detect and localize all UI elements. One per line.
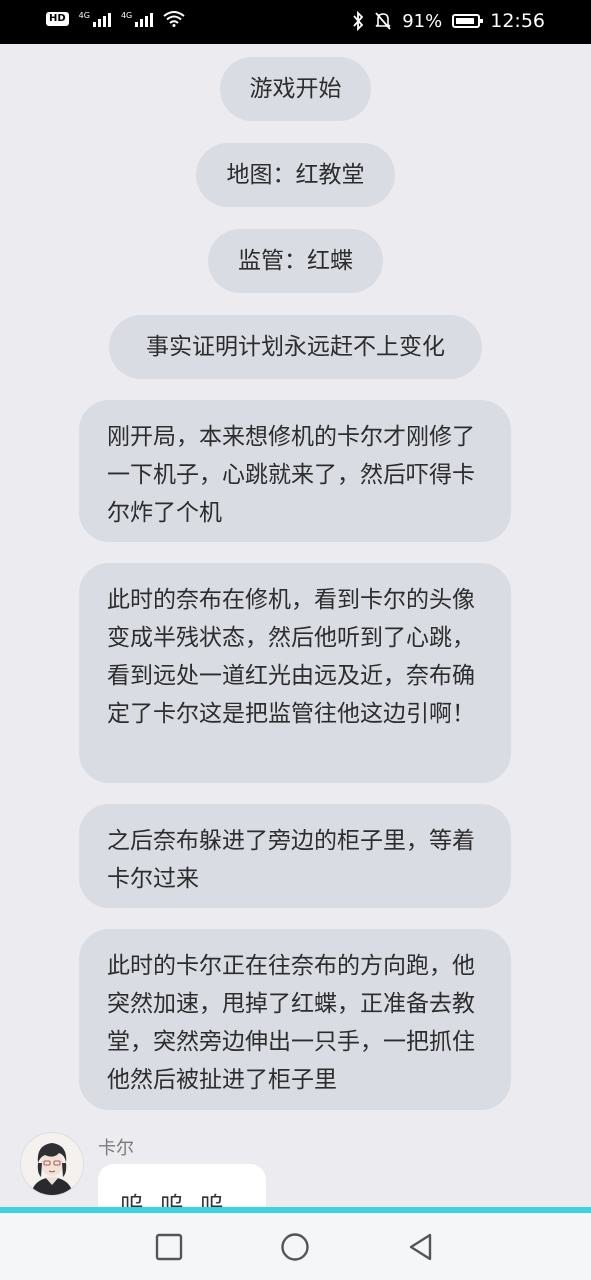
- wifi-icon: [163, 11, 185, 27]
- message-bubble[interactable]: 事实证明计划永远赶不上变化: [109, 315, 482, 379]
- battery-icon: [452, 14, 484, 28]
- message-bubble[interactable]: 此时的奈布在修机，看到卡尔的头像变成半残状态，然后他听到了心跳，看到远处一道红光…: [79, 563, 511, 783]
- sender-name: 卡尔: [98, 1138, 134, 1159]
- bell-off-icon: [375, 12, 391, 30]
- message-bubble[interactable]: 刚开局，本来想修机的卡尔才刚修了一下机子，心跳就来了，然后吓得卡尔炸了个机: [79, 400, 511, 542]
- message-bubble[interactable]: 监管：红蝶: [208, 229, 383, 293]
- circle-home-icon[interactable]: [279, 1231, 311, 1263]
- status-left: HD 4G 4G: [46, 11, 185, 27]
- triangle-back-icon[interactable]: [405, 1231, 437, 1263]
- message-bubble[interactable]: 游戏开始: [220, 57, 371, 121]
- bluetooth-icon: [353, 11, 364, 31]
- hd-badge: HD: [46, 12, 69, 26]
- navigation-bar: [0, 1213, 591, 1280]
- signal-icon-2: 4G: [120, 11, 154, 27]
- network-type-label: 4G: [78, 11, 90, 20]
- signal-icon: 4G: [79, 11, 111, 27]
- message-bubble[interactable]: 之后奈布躲进了旁边的柜子里，等着卡尔过来: [79, 804, 511, 908]
- network-type-label-2: 4G: [120, 11, 133, 20]
- battery-percent: 91%: [402, 10, 443, 32]
- message-bubble[interactable]: 地图：红教堂: [196, 143, 395, 207]
- message-bubble[interactable]: 此时的卡尔正在往奈布的方向跑，他突然加速，甩掉了红蝶，正准备去教堂，突然旁边伸出…: [79, 929, 511, 1110]
- clock: 12:56: [490, 10, 545, 32]
- status-right: 91% 12:56: [352, 10, 545, 32]
- avatar[interactable]: [20, 1132, 84, 1196]
- status-bar: HD 4G 4G 91% 12:56: [0, 0, 591, 44]
- character-avatar-icon: [21, 1133, 83, 1195]
- square-recent-apps-icon[interactable]: [153, 1231, 185, 1263]
